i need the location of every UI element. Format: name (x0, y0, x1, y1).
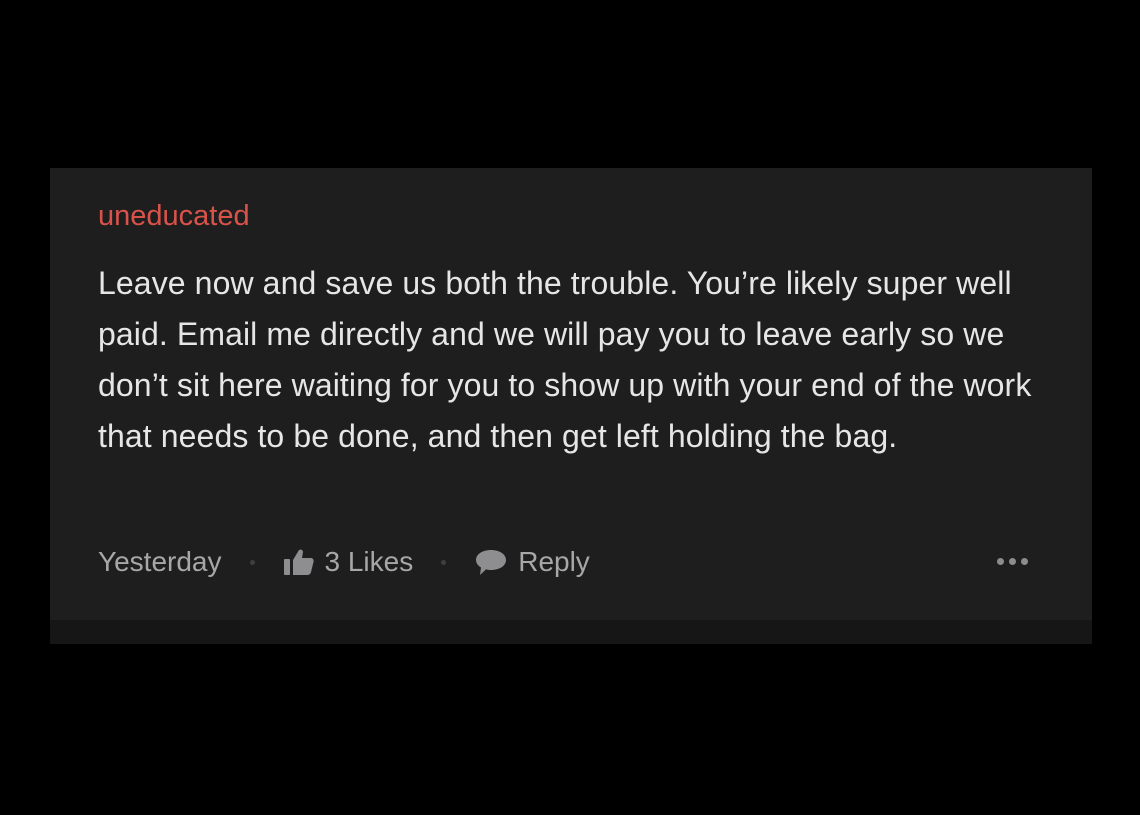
likes-count: 3 Likes (324, 546, 414, 577)
more-options-button[interactable] (997, 558, 1028, 565)
ellipsis-icon (1021, 558, 1028, 565)
ellipsis-icon (997, 558, 1004, 565)
comment-timestamp: Yesterday (98, 546, 222, 577)
ellipsis-icon (1009, 558, 1016, 565)
card-divider (50, 620, 1092, 644)
comment-text: Leave now and save us both the trouble. … (98, 265, 1032, 454)
speech-bubble-icon (474, 547, 508, 577)
reply-label: Reply (518, 546, 590, 577)
reply-button[interactable]: Reply (474, 546, 590, 578)
comment-actions: Yesterday 3 Likes Reply (98, 542, 1038, 582)
like-button[interactable]: 3 Likes (283, 546, 414, 578)
separator-dot (249, 559, 255, 565)
thumbs-up-icon (283, 548, 315, 576)
separator-dot (441, 559, 447, 565)
comment-username[interactable]: uneducated (98, 198, 250, 234)
comment-card: uneducated Leave now and save us both th… (50, 168, 1092, 620)
